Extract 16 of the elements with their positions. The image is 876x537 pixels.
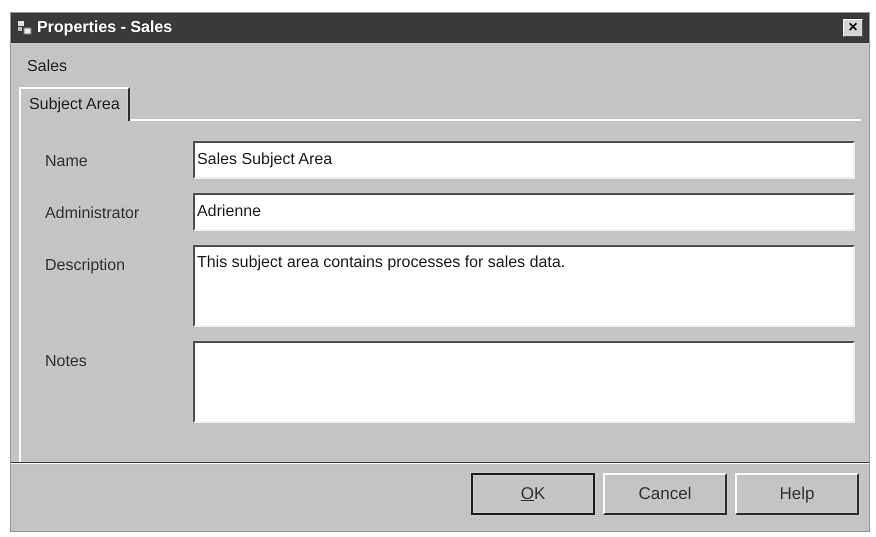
field-label: Description [44, 256, 126, 276]
text-field[interactable]: Adrienne [193, 193, 855, 231]
dialog-button[interactable]: OK [471, 473, 595, 515]
close-button[interactable]: × [843, 19, 863, 37]
text-field[interactable]: Sales Subject Area [193, 141, 855, 179]
dialog-button[interactable]: Help [735, 473, 859, 515]
field-label: Name [44, 152, 89, 172]
window-icon [17, 20, 33, 36]
field-label: Notes [44, 352, 88, 372]
dialog-button[interactable]: Cancel [603, 473, 727, 515]
text-area[interactable]: This subject area contains processes for sales data. [193, 245, 855, 327]
text-area[interactable] [193, 341, 855, 423]
window-title: Properties - Sales [37, 18, 172, 38]
field-label: Administrator [44, 204, 140, 224]
object-name: Sales [27, 58, 68, 75]
tab[interactable]: Subject Area [19, 87, 130, 121]
